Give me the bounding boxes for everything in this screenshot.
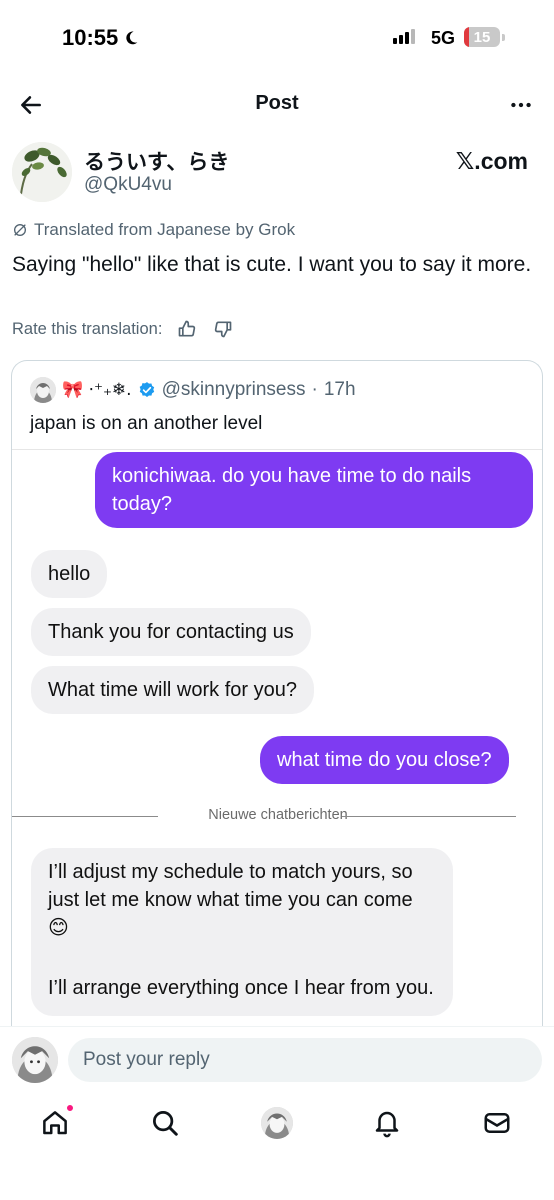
chat-bubble-incoming: Thank you for contacting us [31,608,311,656]
quoted-post[interactable]: 🎀 ⋅⁺₊❄︎. @skinnyprinsess · 17h japan is … [11,360,543,1060]
translate-icon [14,224,26,236]
tab-home[interactable] [38,1104,74,1140]
tab-messages[interactable] [480,1106,514,1140]
thumbs-down-icon [215,321,232,338]
battery-tip [502,34,505,41]
chat-bubble-incoming: hello [31,550,108,598]
anime-avatar-image [30,377,56,403]
reply-avatar [12,1037,58,1083]
chat-screenshot: konichiwaa. do you have time to do nails… [12,449,542,1060]
status-time: 10:55 [62,25,140,51]
plant-avatar-image [12,142,72,202]
divider-label: Nieuwe chatberichten [208,807,348,823]
new-messages-divider: Nieuwe chatberichten [12,806,542,826]
chat-paragraph: I’ll arrange everything once I hear from… [48,977,434,999]
more-icon [511,102,531,108]
notification-dot [66,1104,74,1112]
chat-paragraph: I’ll adjust my schedule to match yours, … [48,861,413,939]
chat-bubble-incoming-long: I’ll adjust my schedule to match yours, … [31,848,453,1016]
thumbs-up-icon [179,320,196,337]
quote-avatar [30,377,56,403]
chat-bubble-incoming: What time will work for you? [31,666,314,714]
status-bar: 10:55 5G 15 [0,0,554,74]
rate-label: Rate this translation: [12,319,163,338]
verified-badge-icon [139,382,154,397]
tab-search[interactable] [148,1106,182,1140]
translation-note: Translated from Japanese by Grok [12,220,295,240]
source-logo: 𝕏.com [455,148,528,174]
more-button[interactable] [506,90,536,120]
network-label: 5G [431,28,456,48]
battery-level: 15 [473,28,491,46]
translation-note-text: Translated from Japanese by Grok [34,220,296,239]
nav-header: Post [0,78,554,132]
quote-time: 17h [323,379,356,400]
chat-bubble-outgoing: what time do you close? [260,736,509,784]
reply-input[interactable]: Post your reply [68,1038,542,1082]
quote-header: 🎀 ⋅⁺₊❄︎. @skinnyprinsess · 17h [30,377,356,403]
thumbs-down-button[interactable] [212,318,234,340]
notifications-icon [375,1111,399,1138]
reply-bar: Post your reply [0,1026,554,1094]
anime-avatar-image [12,1037,58,1083]
tab-notifications[interactable] [370,1106,404,1140]
bottom-tab-bar [0,1094,554,1200]
messages-icon [484,1113,510,1133]
search-icon [153,1111,178,1136]
quote-author-name: 🎀 ⋅⁺₊❄︎. [62,380,132,400]
post-text: Saying "hello" like that is cute. I want… [12,253,532,276]
status-time-text: 10:55 [62,25,119,50]
signal-icon [393,28,415,44]
profile-avatar [261,1107,293,1139]
author-handle[interactable]: @QkU4vu [84,174,172,196]
thumbs-up-button[interactable] [176,318,198,340]
tab-profile[interactable] [260,1106,294,1140]
home-icon [43,1111,67,1135]
divider-line-right [342,816,516,817]
page-title: Post [255,92,299,114]
quote-text: japan is on an another level [30,413,263,434]
quote-author-handle: @skinnyprinsess [161,379,306,400]
moon-icon [126,31,138,45]
battery-icon: 15 [464,27,500,47]
anime-avatar-image [261,1107,293,1139]
rate-translation: Rate this translation: [12,318,234,340]
author-name[interactable]: るういす、らき [84,146,229,176]
quote-separator: · [311,379,318,400]
chat-bubble-outgoing: konichiwaa. do you have time to do nails… [95,452,533,528]
author-avatar[interactable] [12,142,72,202]
